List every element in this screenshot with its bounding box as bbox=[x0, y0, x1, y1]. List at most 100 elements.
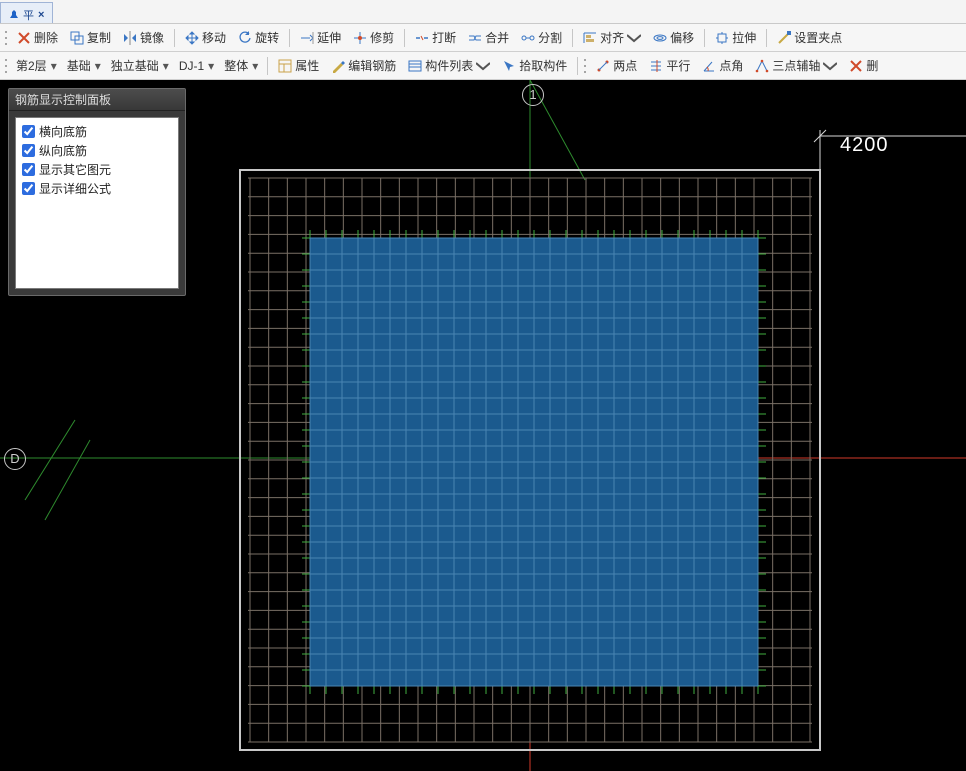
delete-axis-button[interactable]: 删 bbox=[844, 54, 883, 77]
copy-label: 复制 bbox=[87, 29, 111, 46]
stretch-icon bbox=[715, 31, 729, 45]
align-button[interactable]: 对齐 bbox=[578, 26, 646, 49]
angle-button[interactable]: 点角 bbox=[697, 54, 748, 77]
chevron-down-icon bbox=[823, 59, 837, 73]
delete-button[interactable]: 删除 bbox=[12, 26, 63, 49]
pick-label: 拾取构件 bbox=[519, 57, 567, 74]
properties-icon bbox=[278, 59, 292, 73]
setgrip-label: 设置夹点 bbox=[794, 29, 842, 46]
document-tabs: 平 × bbox=[0, 0, 966, 24]
break-button[interactable]: 打断 bbox=[410, 26, 461, 49]
floor-combo[interactable]: 第2层 ▾ bbox=[12, 55, 61, 76]
rebar-display-panel[interactable]: 钢筋显示控制面板 横向底筋 纵向底筋 显示其它图元 显示详细公式 bbox=[8, 88, 186, 296]
properties-button[interactable]: 属性 bbox=[273, 54, 324, 77]
mirror-icon bbox=[123, 31, 137, 45]
edit-rebar-label: 编辑钢筋 bbox=[348, 57, 396, 74]
panel-title: 钢筋显示控制面板 bbox=[9, 89, 185, 111]
three-point-label: 三点辅轴 bbox=[772, 57, 820, 74]
separator bbox=[704, 29, 705, 47]
move-label: 移动 bbox=[202, 29, 226, 46]
grip-icon bbox=[4, 57, 10, 75]
extend-label: 延伸 bbox=[317, 29, 341, 46]
stretch-button[interactable]: 拉伸 bbox=[710, 26, 761, 49]
delete-icon bbox=[849, 59, 863, 73]
rotate-icon bbox=[238, 31, 252, 45]
two-point-label: 两点 bbox=[613, 57, 637, 74]
component-list-button[interactable]: 构件列表 bbox=[403, 54, 495, 77]
toolbar-component: 第2层 ▾ 基础 ▾ 独立基础 ▾ DJ-1 ▾ 整体 ▾ 属性 编辑钢筋 构件… bbox=[0, 52, 966, 80]
mode-value: 整体 bbox=[224, 57, 248, 74]
checkbox-label: 纵向底筋 bbox=[39, 142, 87, 159]
separator bbox=[577, 57, 578, 75]
checkbox[interactable] bbox=[22, 163, 35, 176]
component-value: DJ-1 bbox=[179, 59, 204, 73]
chevron-down-icon: ▾ bbox=[252, 59, 258, 73]
offset-label: 偏移 bbox=[670, 29, 694, 46]
separator bbox=[289, 29, 290, 47]
angle-icon bbox=[702, 59, 716, 73]
trim-button[interactable]: 修剪 bbox=[348, 26, 399, 49]
component-combo[interactable]: DJ-1 ▾ bbox=[175, 57, 218, 75]
chevron-down-icon: ▾ bbox=[51, 59, 57, 73]
component-list-label: 构件列表 bbox=[425, 57, 473, 74]
subtype-combo[interactable]: 独立基础 ▾ bbox=[107, 55, 173, 76]
separator bbox=[766, 29, 767, 47]
rotate-button[interactable]: 旋转 bbox=[233, 26, 284, 49]
chevron-down-icon bbox=[627, 31, 641, 45]
separator bbox=[267, 57, 268, 75]
align-icon bbox=[583, 31, 597, 45]
extend-icon bbox=[300, 31, 314, 45]
split-label: 分割 bbox=[538, 29, 562, 46]
checkbox-label: 显示其它图元 bbox=[39, 161, 111, 178]
subtype-value: 独立基础 bbox=[111, 57, 159, 74]
extend-button[interactable]: 延伸 bbox=[295, 26, 346, 49]
trim-label: 修剪 bbox=[370, 29, 394, 46]
delete-axis-label: 删 bbox=[866, 57, 878, 74]
axis-label-horizontal: D bbox=[4, 448, 26, 470]
toolbar-edit: 删除 复制 镜像 移动 旋转 延伸 修剪 打断 合并 分割 对齐 bbox=[0, 24, 966, 52]
pick-component-button[interactable]: 拾取构件 bbox=[497, 54, 572, 77]
separator bbox=[404, 29, 405, 47]
grip-icon bbox=[777, 31, 791, 45]
mirror-button[interactable]: 镜像 bbox=[118, 26, 169, 49]
separator bbox=[572, 29, 573, 47]
three-point-icon bbox=[755, 59, 769, 73]
category-combo[interactable]: 基础 ▾ bbox=[63, 55, 105, 76]
floor-value: 第2层 bbox=[16, 57, 47, 74]
two-point-button[interactable]: 两点 bbox=[591, 54, 642, 77]
copy-button[interactable]: 复制 bbox=[65, 26, 116, 49]
offset-button[interactable]: 偏移 bbox=[648, 26, 699, 49]
checkbox[interactable] bbox=[22, 125, 35, 138]
align-label: 对齐 bbox=[600, 29, 624, 46]
checkbox-row[interactable]: 纵向底筋 bbox=[22, 141, 172, 160]
split-button[interactable]: 分割 bbox=[516, 26, 567, 49]
trim-icon bbox=[353, 31, 367, 45]
angle-label: 点角 bbox=[719, 57, 743, 74]
parallel-button[interactable]: 平行 bbox=[644, 54, 695, 77]
close-icon[interactable]: × bbox=[38, 9, 44, 21]
drawing-canvas[interactable]: 钢筋显示控制面板 横向底筋 纵向底筋 显示其它图元 显示详细公式 bbox=[0, 80, 966, 771]
grip-icon bbox=[583, 57, 589, 75]
copy-icon bbox=[70, 31, 84, 45]
checkbox-row[interactable]: 显示详细公式 bbox=[22, 179, 172, 198]
move-button[interactable]: 移动 bbox=[180, 26, 231, 49]
pick-icon bbox=[502, 59, 516, 73]
chevron-down-icon bbox=[476, 59, 490, 73]
edit-rebar-button[interactable]: 编辑钢筋 bbox=[326, 54, 401, 77]
grip-icon bbox=[4, 29, 10, 47]
mode-combo[interactable]: 整体 ▾ bbox=[220, 55, 262, 76]
checkbox[interactable] bbox=[22, 182, 35, 195]
chevron-down-icon: ▾ bbox=[163, 59, 169, 73]
merge-button[interactable]: 合并 bbox=[463, 26, 514, 49]
checkbox-row[interactable]: 横向底筋 bbox=[22, 122, 172, 141]
setgrip-button[interactable]: 设置夹点 bbox=[772, 26, 847, 49]
three-point-button[interactable]: 三点辅轴 bbox=[750, 54, 842, 77]
document-tab[interactable]: 平 × bbox=[0, 2, 53, 23]
merge-icon bbox=[468, 31, 482, 45]
checkbox-row[interactable]: 显示其它图元 bbox=[22, 160, 172, 179]
list-icon bbox=[408, 59, 422, 73]
checkbox[interactable] bbox=[22, 144, 35, 157]
mirror-label: 镜像 bbox=[140, 29, 164, 46]
separator bbox=[174, 29, 175, 47]
checkbox-label: 横向底筋 bbox=[39, 123, 87, 140]
